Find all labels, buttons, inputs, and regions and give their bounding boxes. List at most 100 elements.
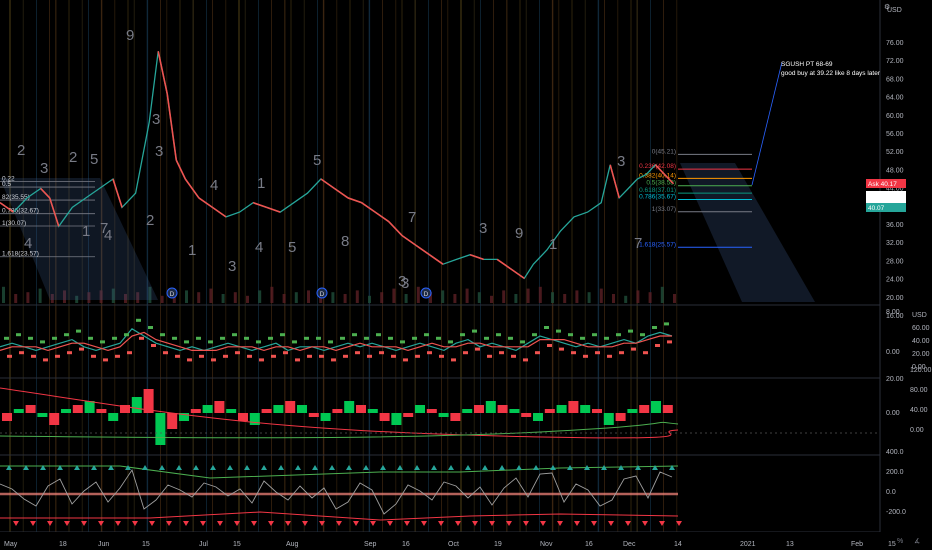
volume-bar: [490, 295, 493, 303]
volume-bar: [514, 294, 518, 303]
wave-label: 3: [152, 111, 160, 128]
oscillator-1-marker: [247, 354, 252, 358]
oscillator-1-marker: [379, 351, 384, 355]
oscillator-1-marker: [91, 354, 96, 358]
wave-label: 3: [228, 258, 236, 275]
time-axis-label: 16: [585, 541, 593, 548]
wave-label: 5: [90, 151, 98, 168]
price-axis-tick: 76.00: [886, 40, 904, 47]
wave-label: 9: [515, 225, 523, 242]
price-tag-label: Ask 40.17: [868, 181, 897, 188]
oscillator-1-marker: [343, 354, 348, 358]
fib-level-label-left: 1(30.07): [2, 220, 26, 227]
histogram-bar: [155, 413, 166, 445]
oscillator-1-marker: [139, 336, 144, 340]
histogram-bar: [273, 405, 284, 413]
oscillator-1-marker: [664, 322, 669, 326]
oscillator-1-marker: [208, 340, 213, 344]
oscillator-1-axis-tick: 20.00: [912, 351, 930, 358]
histogram-bar: [190, 409, 201, 413]
oscillator-1-marker: [415, 354, 420, 358]
histogram-bar: [332, 409, 343, 413]
price-axis-tick: 48.00: [886, 167, 904, 174]
time-axis-label: 13: [786, 541, 794, 548]
histogram-bar: [379, 413, 390, 421]
oscillator-1-marker: [295, 358, 300, 362]
histogram-bar: [308, 413, 319, 417]
volume-bar: [38, 288, 42, 303]
oscillator-1-marker: [460, 333, 465, 337]
volume-bar: [307, 290, 310, 303]
price-axis-tick: 52.00: [886, 149, 904, 156]
oscillator-1-marker: [319, 354, 324, 358]
fib-level-label: 0(45.21): [652, 148, 676, 155]
oscillator-1-marker: [496, 333, 501, 337]
histogram-bar: [25, 405, 36, 413]
volume-bar: [660, 286, 664, 303]
oscillator-1-axis-tick: 40.00: [912, 338, 930, 345]
volume-bar: [416, 286, 420, 303]
histogram-bar: [662, 405, 673, 413]
oscillator-1-marker: [19, 351, 24, 355]
oscillator-1-marker: [475, 347, 480, 351]
settings-icon: ⚙: [884, 3, 890, 11]
time-axis-label: Aug: [286, 541, 299, 548]
oscillator-1-axis-tick: 60.00: [912, 325, 930, 332]
oscillator-1-marker: [115, 354, 120, 358]
histogram-bar: [544, 409, 555, 413]
wave-label: 9: [126, 27, 134, 44]
volume-bar: [465, 288, 469, 303]
histogram-bar: [521, 413, 532, 417]
volume-bar: [221, 294, 225, 303]
time-axis-label: Jun: [98, 541, 109, 548]
oscillator-1-marker: [643, 351, 648, 355]
volume-bar: [575, 290, 579, 303]
volume-bar: [355, 290, 359, 303]
time-axis-label: Dec: [623, 541, 636, 548]
price-axis-tick: 28.00: [886, 258, 904, 265]
volume-bar: [624, 295, 628, 303]
histogram-bar: [13, 409, 24, 413]
histogram-bar: [202, 405, 213, 413]
histogram-bar: [509, 409, 520, 413]
oscillator-1-marker: [484, 336, 489, 340]
wave-label: 4: [24, 235, 32, 252]
histogram-bar: [403, 413, 414, 417]
oscillator-1-marker: [532, 333, 537, 337]
oscillator-1-marker: [376, 333, 381, 337]
annotation-text: good buy at 39.22 like 8 days later: [781, 70, 881, 77]
volume-bar: [185, 290, 188, 303]
volume-bar: [282, 294, 286, 303]
histogram-bar: [285, 401, 296, 413]
oscillator-1-marker: [412, 336, 417, 340]
histogram-bar: [639, 405, 650, 413]
time-axis-label: 14: [674, 541, 682, 548]
fib-level-label: 0.786(35.67): [639, 193, 676, 200]
oscillator-1-marker: [604, 336, 609, 340]
oscillator-1-marker: [571, 351, 576, 355]
volume-bar: [648, 292, 652, 303]
volume-bar: [209, 288, 213, 303]
oscillator-1-marker: [427, 351, 432, 355]
oscillator-1-marker: [607, 354, 612, 358]
annotation-text: SGUSH PT 68-69: [781, 61, 833, 68]
oscillator-1-marker: [640, 333, 645, 337]
histogram-bar: [592, 409, 602, 413]
oscillator-1-marker: [631, 347, 636, 351]
histogram-bar: [167, 413, 178, 429]
time-axis[interactable]: May 18 Jun 15 Jul 15 Aug Sep 16 Oct 19 Nov 16 Dec 14 20…: [0, 532, 932, 550]
oscillator-1-marker: [88, 336, 93, 340]
auto-scale-icon: ∡: [914, 538, 920, 545]
volume-bar: [636, 290, 640, 303]
event-marker-label: D: [170, 291, 175, 298]
volume-bar: [404, 294, 408, 303]
price-axis-tick: 64.00: [886, 95, 904, 102]
time-axis-label: Oct: [448, 541, 459, 548]
histogram-axis-tick: 120.00: [910, 367, 932, 374]
wave-label: 1: [188, 242, 196, 259]
histogram-bar: [37, 413, 48, 417]
volume-bar: [246, 295, 249, 303]
volume-bar: [551, 292, 554, 303]
oscillator-1-marker: [580, 336, 585, 340]
oscillator-1-marker: [352, 333, 357, 337]
